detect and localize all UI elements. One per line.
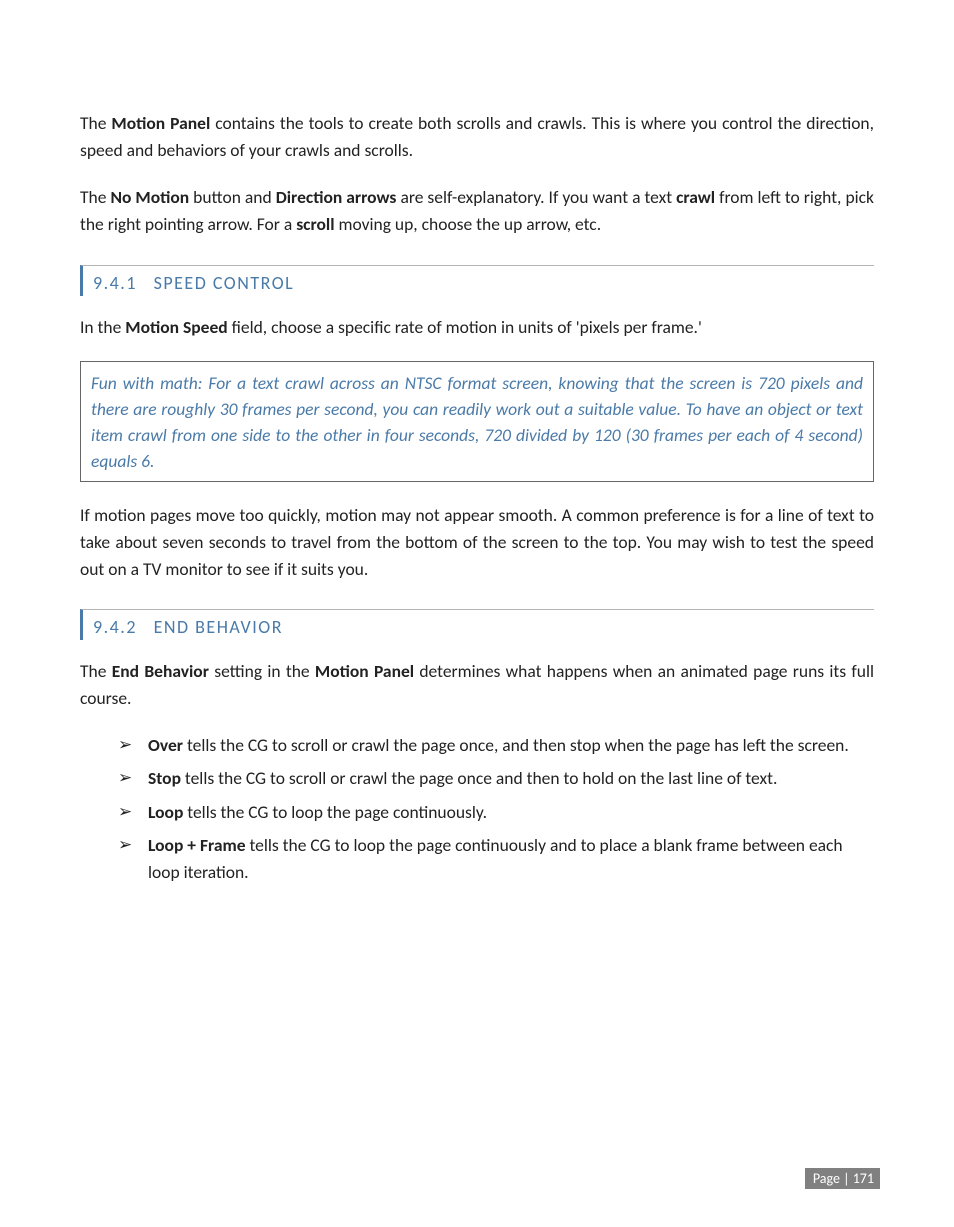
- bullet-text: tells the CG to loop the page continuous…: [183, 801, 487, 823]
- list-item: Stop tells the CG to scroll or crawl the…: [118, 765, 874, 792]
- term-motion-panel: Motion Panel: [315, 660, 414, 682]
- page-number-badge: Page | 171: [805, 1168, 880, 1189]
- section-title: SPEED CONTROL: [154, 272, 295, 294]
- term-no-motion: No Motion: [110, 186, 189, 208]
- bullet-term: Over: [148, 734, 183, 756]
- list-item: Loop + Frame tells the CG to loop the pa…: [118, 832, 874, 886]
- term-motion-panel: Motion Panel: [111, 112, 210, 134]
- end-behavior-list: Over tells the CG to scroll or crawl the…: [80, 732, 874, 886]
- text: setting in the: [209, 660, 315, 682]
- term-crawl: crawl: [676, 186, 715, 208]
- section-heading-speed-control: 9.4.1 SPEED CONTROL: [80, 265, 874, 296]
- term-end-behavior: End Behavior: [112, 660, 209, 682]
- term-direction-arrows: Direction arrows: [276, 186, 397, 208]
- section-number: 9.4.2: [93, 616, 148, 638]
- list-item: Loop tells the CG to loop the page conti…: [118, 799, 874, 826]
- text: button and: [189, 186, 276, 208]
- text: If motion pages move too quickly, motion…: [80, 504, 874, 580]
- bullet-term: Stop: [148, 767, 181, 789]
- bullet-term: Loop + Frame: [148, 834, 246, 856]
- term-scroll: scroll: [296, 213, 334, 235]
- end-behavior-paragraph-1: The End Behavior setting in the Motion P…: [80, 658, 874, 712]
- text: The: [80, 660, 112, 682]
- bullet-text: tells the CG to scroll or crawl the page…: [183, 734, 849, 756]
- term-motion-speed: Motion Speed: [125, 316, 227, 338]
- callout-text: Fun with math: For a text crawl across a…: [91, 372, 863, 473]
- bullet-term: Loop: [148, 801, 183, 823]
- speed-control-paragraph-2: If motion pages move too quickly, motion…: [80, 502, 874, 583]
- page-container: The Motion Panel contains the tools to c…: [0, 0, 954, 1227]
- bullet-text: tells the CG to loop the page continuous…: [148, 834, 843, 883]
- list-item: Over tells the CG to scroll or crawl the…: [118, 732, 874, 759]
- text: field, choose a specific rate of motion …: [228, 316, 702, 338]
- text: moving up, choose the up arrow, etc.: [335, 213, 602, 235]
- intro-paragraph-1: The Motion Panel contains the tools to c…: [80, 110, 874, 164]
- section-number: 9.4.1: [93, 272, 148, 294]
- intro-paragraph-2: The No Motion button and Direction arrow…: [80, 184, 874, 238]
- callout-fun-with-math: Fun with math: For a text crawl across a…: [80, 361, 874, 482]
- section-title: END BEHAVIOR: [154, 616, 283, 638]
- bullet-text: tells the CG to scroll or crawl the page…: [181, 767, 777, 789]
- text: The: [80, 112, 111, 134]
- text: In the: [80, 316, 125, 338]
- text: are self-explanatory. If you want a text: [396, 186, 676, 208]
- section-heading-end-behavior: 9.4.2 END BEHAVIOR: [80, 609, 874, 640]
- text: The: [80, 186, 110, 208]
- page-number: Page | 171: [813, 1170, 874, 1187]
- speed-control-paragraph-1: In the Motion Speed field, choose a spec…: [80, 314, 874, 341]
